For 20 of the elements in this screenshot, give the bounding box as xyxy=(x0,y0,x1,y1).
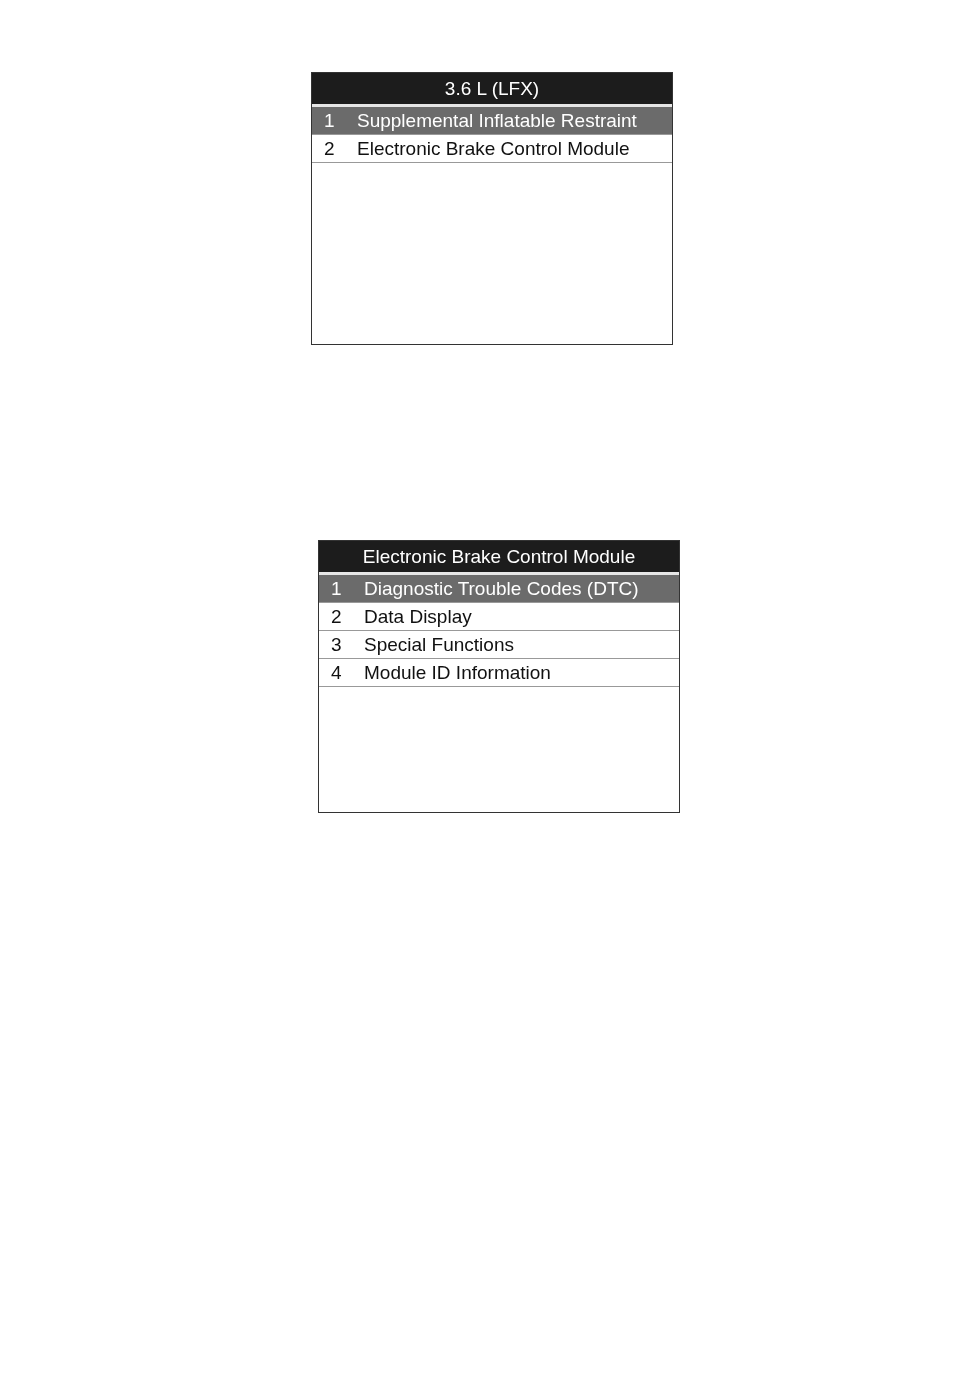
item-label: Supplemental Inflatable Restraint xyxy=(357,109,637,132)
item-number: 2 xyxy=(330,605,343,628)
menu-item[interactable]: 2 Electronic Brake Control Module xyxy=(312,135,672,163)
menu-item[interactable]: 3 Special Functions xyxy=(319,631,679,659)
item-label: Diagnostic Trouble Codes (DTC) xyxy=(364,577,639,600)
item-number: 1 xyxy=(330,577,343,600)
item-label: Electronic Brake Control Module xyxy=(357,137,630,160)
item-number: 3 xyxy=(330,633,343,656)
item-label: Module ID Information xyxy=(364,661,551,684)
menu-item[interactable]: 4 Module ID Information xyxy=(319,659,679,687)
menu-item[interactable]: 1 Diagnostic Trouble Codes (DTC) xyxy=(319,575,679,603)
menu-item[interactable]: 1 Supplemental Inflatable Restraint xyxy=(312,107,672,135)
screen-title: 3.6 L (LFX) xyxy=(312,73,672,107)
item-number: 1 xyxy=(323,109,336,132)
item-number: 2 xyxy=(323,137,336,160)
screen-title: Electronic Brake Control Module xyxy=(319,541,679,575)
item-number: 4 xyxy=(330,661,343,684)
item-label: Special Functions xyxy=(364,633,514,656)
item-label: Data Display xyxy=(364,605,472,628)
menu-item[interactable]: 2 Data Display xyxy=(319,603,679,631)
